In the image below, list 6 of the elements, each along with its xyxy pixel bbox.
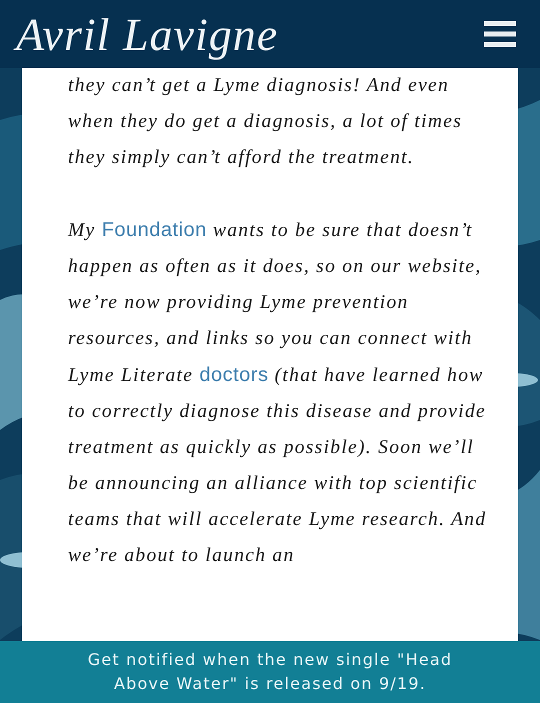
paragraph: My Foundation wants to be sure that doesn’t happen as often as it does, so on our website, we’re now providing Lyme prevention resources, and links so you can connect with Lyme Literate doctors (that have learned how to correctly diagnose this disease and provide treatment as quickly as possible). Soon we’ll be announcing an alliance with top scientific teams that will accelerate Lyme research. And we’re about to launch an: [68, 218, 488, 568]
banner-text: Get notified when the new single "Head Above Water" is released on 9/19.: [86, 649, 454, 695]
paragraph: they can’t get a Lyme diagnosis! And even when they do get a diagnosis, a lot of times they simply can’t afford the treatment.: [68, 74, 464, 170]
link[interactable]: Foundation: [102, 219, 207, 241]
menu-icon[interactable]: [484, 20, 516, 48]
link[interactable]: doctors: [199, 364, 268, 386]
